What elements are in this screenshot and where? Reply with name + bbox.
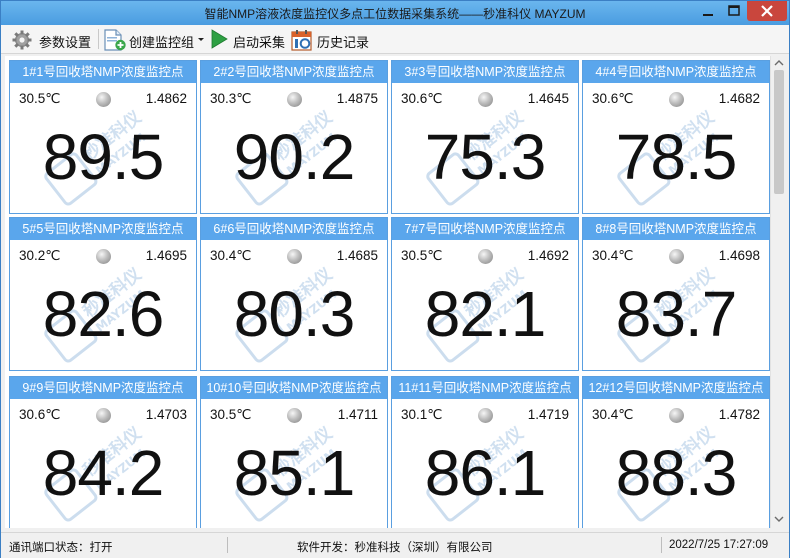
port-status: 通讯端口状态：打开 bbox=[9, 542, 113, 554]
toolbar-separator bbox=[98, 29, 99, 49]
concentration-value: 89.5 bbox=[42, 121, 165, 193]
monitor-card-title: 4#4号回收塔NMP浓度监控点 bbox=[583, 61, 769, 83]
monitor-card[interactable]: 4#4号回收塔NMP浓度监控点 30.6℃ 1.4682 秒准科仪 MAYZUM 78.5 bbox=[582, 60, 770, 214]
monitor-card[interactable]: 8#8号回收塔NMP浓度监控点 30.4℃ 1.4698 秒准科仪 MAYZUM 83.7 bbox=[582, 217, 770, 371]
status-bar: 通讯端口状态：打开 软件开发：秒准科技（深圳）有限公司 2022/7/25 17… bbox=[1, 532, 789, 558]
monitor-card[interactable]: 10#10号回收塔NMP浓度监控点 30.5℃ 1.4711 秒准科仪 MAYZUM 85… bbox=[200, 376, 388, 528]
monitor-card[interactable]: 12#12号回收塔NMP浓度监控点 30.4℃ 1.4782 秒准科仪 MAYZUM 88… bbox=[582, 376, 770, 528]
concentration-value: 85.1 bbox=[233, 437, 356, 509]
concentration-value: 82.6 bbox=[42, 278, 165, 350]
concentration-value: 86.1 bbox=[424, 437, 547, 509]
monitor-card[interactable]: 1#1号回收塔NMP浓度监控点 30.5℃ 1.4862 秒准科仪 MAYZUM 89.5 bbox=[9, 60, 197, 214]
scroll-up-icon[interactable] bbox=[774, 58, 784, 68]
monitor-card-title: 5#5号回收塔NMP浓度监控点 bbox=[10, 218, 196, 240]
monitor-card-title: 8#8号回收塔NMP浓度监控点 bbox=[583, 218, 769, 240]
minimize-icon bbox=[703, 14, 713, 16]
minimize-button[interactable] bbox=[695, 1, 721, 21]
developer-info: 软件开发：秒准科技（深圳）有限公司 bbox=[297, 542, 493, 554]
gear-icon bbox=[12, 30, 32, 50]
vertical-scrollbar[interactable] bbox=[770, 56, 787, 528]
monitor-card[interactable]: 2#2号回收塔NMP浓度监控点 30.3℃ 1.4875 秒准科仪 MAYZUM 90.2 bbox=[200, 60, 388, 214]
scrollbar-thumb[interactable] bbox=[774, 70, 784, 194]
scroll-down-icon[interactable] bbox=[774, 514, 784, 524]
close-button[interactable] bbox=[747, 1, 787, 21]
start-collection-button[interactable]: 启动采集 bbox=[209, 27, 287, 51]
history-button[interactable]: 历史记录 bbox=[291, 27, 371, 51]
close-icon bbox=[761, 5, 773, 17]
monitor-card-title: 6#6号回收塔NMP浓度监控点 bbox=[201, 218, 387, 240]
concentration-value: 88.3 bbox=[615, 437, 738, 509]
monitor-card[interactable]: 11#11号回收塔NMP浓度监控点 30.1℃ 1.4719 秒准科仪 MAYZUM 86… bbox=[391, 376, 579, 528]
maximize-icon bbox=[728, 5, 740, 16]
window-title: 智能NMP溶液浓度监控仪多点工位数据采集系统——秒准科仪 MAYZUM bbox=[204, 7, 586, 21]
monitor-card[interactable]: 3#3号回收塔NMP浓度监控点 30.6℃ 1.4645 秒准科仪 MAYZUM 75.3 bbox=[391, 60, 579, 214]
monitor-card[interactable]: 7#7号回收塔NMP浓度监控点 30.5℃ 1.4692 秒准科仪 MAYZUM 82.1 bbox=[391, 217, 579, 371]
monitor-card-title: 1#1号回收塔NMP浓度监控点 bbox=[10, 61, 196, 83]
monitor-card-title: 11#11号回收塔NMP浓度监控点 bbox=[392, 377, 578, 399]
monitor-grid: 1#1号回收塔NMP浓度监控点 30.5℃ 1.4862 秒准科仪 MAYZUM 89.5… bbox=[5, 56, 770, 528]
monitor-card[interactable]: 6#6号回收塔NMP浓度监控点 30.4℃ 1.4685 秒准科仪 MAYZUM 80.3 bbox=[200, 217, 388, 371]
concentration-value: 78.5 bbox=[615, 121, 738, 193]
toolbar: 参数设置 创建监控组 启动采集 历史记录 bbox=[1, 25, 789, 54]
settings-label: 参数设置 bbox=[39, 35, 92, 50]
dropdown-arrow-icon bbox=[198, 38, 204, 41]
history-label: 历史记录 bbox=[317, 35, 370, 50]
concentration-value: 84.2 bbox=[42, 437, 165, 509]
app-window: 智能NMP溶液浓度监控仪多点工位数据采集系统——秒准科仪 MAYZUM 参数设置… bbox=[0, 0, 790, 558]
status-datetime: 2022/7/25 17:27:09 bbox=[669, 539, 769, 551]
create-group-label: 创建监控组 bbox=[129, 35, 195, 50]
settings-button[interactable]: 参数设置 bbox=[11, 27, 93, 51]
monitor-card-title: 2#2号回收塔NMP浓度监控点 bbox=[201, 61, 387, 83]
concentration-value: 75.3 bbox=[424, 121, 547, 193]
monitor-card[interactable]: 5#5号回收塔NMP浓度监控点 30.2℃ 1.4695 秒准科仪 MAYZUM 82.6 bbox=[9, 217, 197, 371]
title-bar[interactable]: 智能NMP溶液浓度监控仪多点工位数据采集系统——秒准科仪 MAYZUM bbox=[1, 1, 789, 25]
monitor-card[interactable]: 9#9号回收塔NMP浓度监控点 30.6℃ 1.4703 秒准科仪 MAYZUM 84.2 bbox=[9, 376, 197, 528]
monitor-card-title: 12#12号回收塔NMP浓度监控点 bbox=[583, 377, 769, 399]
monitor-card-title: 3#3号回收塔NMP浓度监控点 bbox=[392, 61, 578, 83]
start-collection-label: 启动采集 bbox=[233, 35, 286, 50]
play-icon bbox=[211, 29, 228, 49]
status-separator bbox=[661, 537, 662, 553]
create-group-dropdown[interactable] bbox=[195, 27, 207, 51]
concentration-value: 83.7 bbox=[615, 278, 738, 350]
monitor-card-title: 10#10号回收塔NMP浓度监控点 bbox=[201, 377, 387, 399]
concentration-value: 90.2 bbox=[233, 121, 356, 193]
concentration-value: 82.1 bbox=[424, 278, 547, 350]
monitor-card-title: 9#9号回收塔NMP浓度监控点 bbox=[10, 377, 196, 399]
maximize-button[interactable] bbox=[721, 1, 747, 21]
calendar-icon bbox=[291, 30, 312, 51]
create-group-button[interactable]: 创建监控组 bbox=[103, 27, 197, 51]
monitor-card-title: 7#7号回收塔NMP浓度监控点 bbox=[392, 218, 578, 240]
new-document-icon bbox=[104, 29, 126, 51]
status-separator bbox=[227, 537, 228, 553]
concentration-value: 80.3 bbox=[233, 278, 356, 350]
